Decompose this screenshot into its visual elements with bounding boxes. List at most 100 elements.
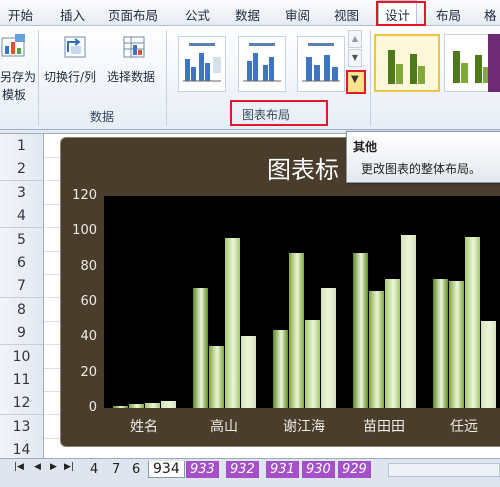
bar-series-4[interactable] — [320, 287, 336, 408]
tab-format[interactable]: 格 — [484, 5, 497, 24]
y-tick-label: 0 — [88, 400, 97, 415]
row-header[interactable]: 13 — [0, 414, 44, 439]
bar-series-3[interactable] — [224, 238, 240, 408]
gallery-scroll-down[interactable]: ▼ — [348, 49, 362, 67]
row-header[interactable]: 7 — [0, 274, 44, 299]
sheet-tab-929[interactable]: 929 — [338, 461, 371, 478]
x-tick-label: 苗田田 — [363, 419, 405, 435]
select-data-button[interactable]: 选择数据 — [107, 28, 163, 84]
sheet-tab-932[interactable]: 932 — [226, 461, 259, 478]
row-header[interactable]: 2 — [0, 157, 44, 182]
row-header[interactable]: 6 — [0, 251, 44, 275]
sheet-tab-4[interactable]: 4 — [86, 461, 102, 478]
row-header[interactable]: 1 — [0, 134, 44, 158]
tab-formulas[interactable]: 公式 — [185, 5, 210, 24]
tab-data[interactable]: 数据 — [235, 5, 260, 24]
horizontal-scrollbar[interactable] — [388, 463, 500, 477]
chart-layout-group-label: 图表布局 — [242, 108, 291, 122]
tab-page-layout[interactable]: 页面布局 — [108, 5, 158, 24]
tab-home[interactable]: 开始 — [8, 5, 33, 24]
next-sheet-icon[interactable]: ▶ — [50, 462, 57, 472]
data-group-label: 数据 — [90, 110, 115, 124]
bar-series-3[interactable] — [384, 279, 400, 408]
bar-series-4[interactable] — [400, 234, 416, 408]
bar-series-4[interactable] — [240, 335, 256, 408]
more-arrow-icon: ▼ — [351, 74, 359, 85]
y-tick-label: 120 — [72, 188, 97, 203]
bar-series-2[interactable] — [208, 346, 224, 408]
sheet-tab-934[interactable]: 934 — [148, 461, 185, 478]
save-template-label-line2: 模板 — [2, 88, 27, 102]
chart-style-option-3-partial[interactable] — [488, 34, 500, 92]
row-header[interactable]: 9 — [0, 321, 44, 346]
tooltip-title: 其他 — [353, 140, 378, 154]
bar-series-3[interactable] — [304, 319, 320, 408]
bar-series-2[interactable] — [288, 252, 304, 408]
sheet-tab-6[interactable]: 6 — [128, 461, 144, 478]
switch-row-column-icon — [64, 36, 86, 58]
design-tab-highlight — [376, 1, 426, 26]
ribbon: 另存为 模板 切换行/列 选择数据 数据 ▲ ▼ ▼ 图表布局 — [0, 26, 500, 130]
row-header[interactable]: 3 — [0, 180, 44, 205]
more-layouts-tooltip: 其他 更改图表的整体布局。 — [346, 131, 500, 183]
bar-series-3[interactable] — [144, 402, 160, 408]
group-separator — [166, 30, 167, 126]
chart-layout-option-3[interactable] — [297, 36, 345, 92]
chart-template-icon — [1, 34, 25, 57]
y-tick-label: 80 — [80, 258, 97, 274]
chart-layout-option-2[interactable] — [238, 36, 286, 92]
save-template-label-line1: 另存为 — [0, 70, 37, 84]
group-separator — [38, 30, 39, 126]
bar-series-2[interactable] — [128, 404, 144, 408]
tab-review[interactable]: 审阅 — [285, 5, 310, 24]
x-tick-label: 姓名 — [130, 419, 158, 435]
save-as-template-button[interactable]: 另存为 模板 — [0, 28, 37, 102]
chart-style-1-icon — [388, 50, 425, 84]
select-data-icon — [123, 36, 145, 58]
y-tick-label: 40 — [80, 329, 97, 345]
y-tick-label: 100 — [72, 223, 97, 239]
first-sheet-icon[interactable]: |◀ — [14, 462, 24, 472]
chart-title[interactable]: 图表标 — [267, 150, 339, 185]
bar-series-1[interactable] — [272, 330, 288, 408]
sheet-tab-7[interactable]: 7 — [108, 461, 124, 478]
tooltip-description: 更改图表的整体布局。 — [361, 162, 482, 176]
bar-series-1[interactable] — [192, 287, 208, 408]
sheet-tab-930[interactable]: 930 — [302, 461, 335, 478]
chart-layout-option-1[interactable] — [178, 36, 226, 92]
sheet-tab-bar: |◀ ◀ ▶ ▶| 4 7 6 934 933 932 931 930 929 — [0, 458, 500, 487]
gallery-more-button[interactable]: ▼ — [346, 70, 366, 94]
bar-series-4[interactable] — [160, 400, 176, 408]
tab-insert[interactable]: 插入 — [60, 5, 85, 24]
tab-view[interactable]: 视图 — [334, 5, 359, 24]
last-sheet-icon[interactable]: ▶| — [64, 462, 74, 472]
bar-series-2[interactable] — [368, 291, 384, 408]
row-header[interactable]: 10 — [0, 344, 44, 369]
row-header[interactable]: 12 — [0, 391, 44, 416]
tab-layout[interactable]: 布局 — [436, 5, 461, 24]
x-tick-label: 任远 — [450, 419, 478, 435]
row-header[interactable]: 5 — [0, 227, 44, 252]
prev-sheet-icon[interactable]: ◀ — [34, 462, 41, 472]
bar-series-2[interactable] — [448, 280, 464, 408]
bar-series-3[interactable] — [464, 236, 480, 408]
plot-area[interactable] — [104, 196, 500, 408]
bar-series-1[interactable] — [352, 252, 368, 408]
row-header[interactable]: 4 — [0, 204, 44, 229]
bar-series-1[interactable] — [432, 279, 448, 408]
chart-style-option-1[interactable] — [374, 34, 440, 92]
bar-series-4[interactable] — [480, 321, 496, 408]
group-separator — [370, 30, 371, 126]
select-data-label: 选择数据 — [107, 70, 156, 84]
sheet-tab-933[interactable]: 933 — [186, 461, 219, 478]
row-header[interactable]: 11 — [0, 368, 44, 392]
gallery-scroll-up[interactable]: ▲ — [348, 30, 362, 48]
chart-area[interactable]: 图表标 0 20 40 60 80 100 120 姓名 高山 谢江海 苗田田 任远 — [60, 137, 500, 447]
bar-series-1[interactable] — [112, 406, 128, 408]
row-header[interactable]: 8 — [0, 297, 44, 322]
x-tick-label: 谢江海 — [283, 419, 325, 435]
sheet-tab-931[interactable]: 931 — [266, 461, 299, 478]
chart-layout-3-icon — [302, 43, 340, 82]
y-tick-label: 20 — [80, 364, 97, 380]
switch-row-column-button[interactable]: 切换行/列 — [44, 28, 106, 84]
